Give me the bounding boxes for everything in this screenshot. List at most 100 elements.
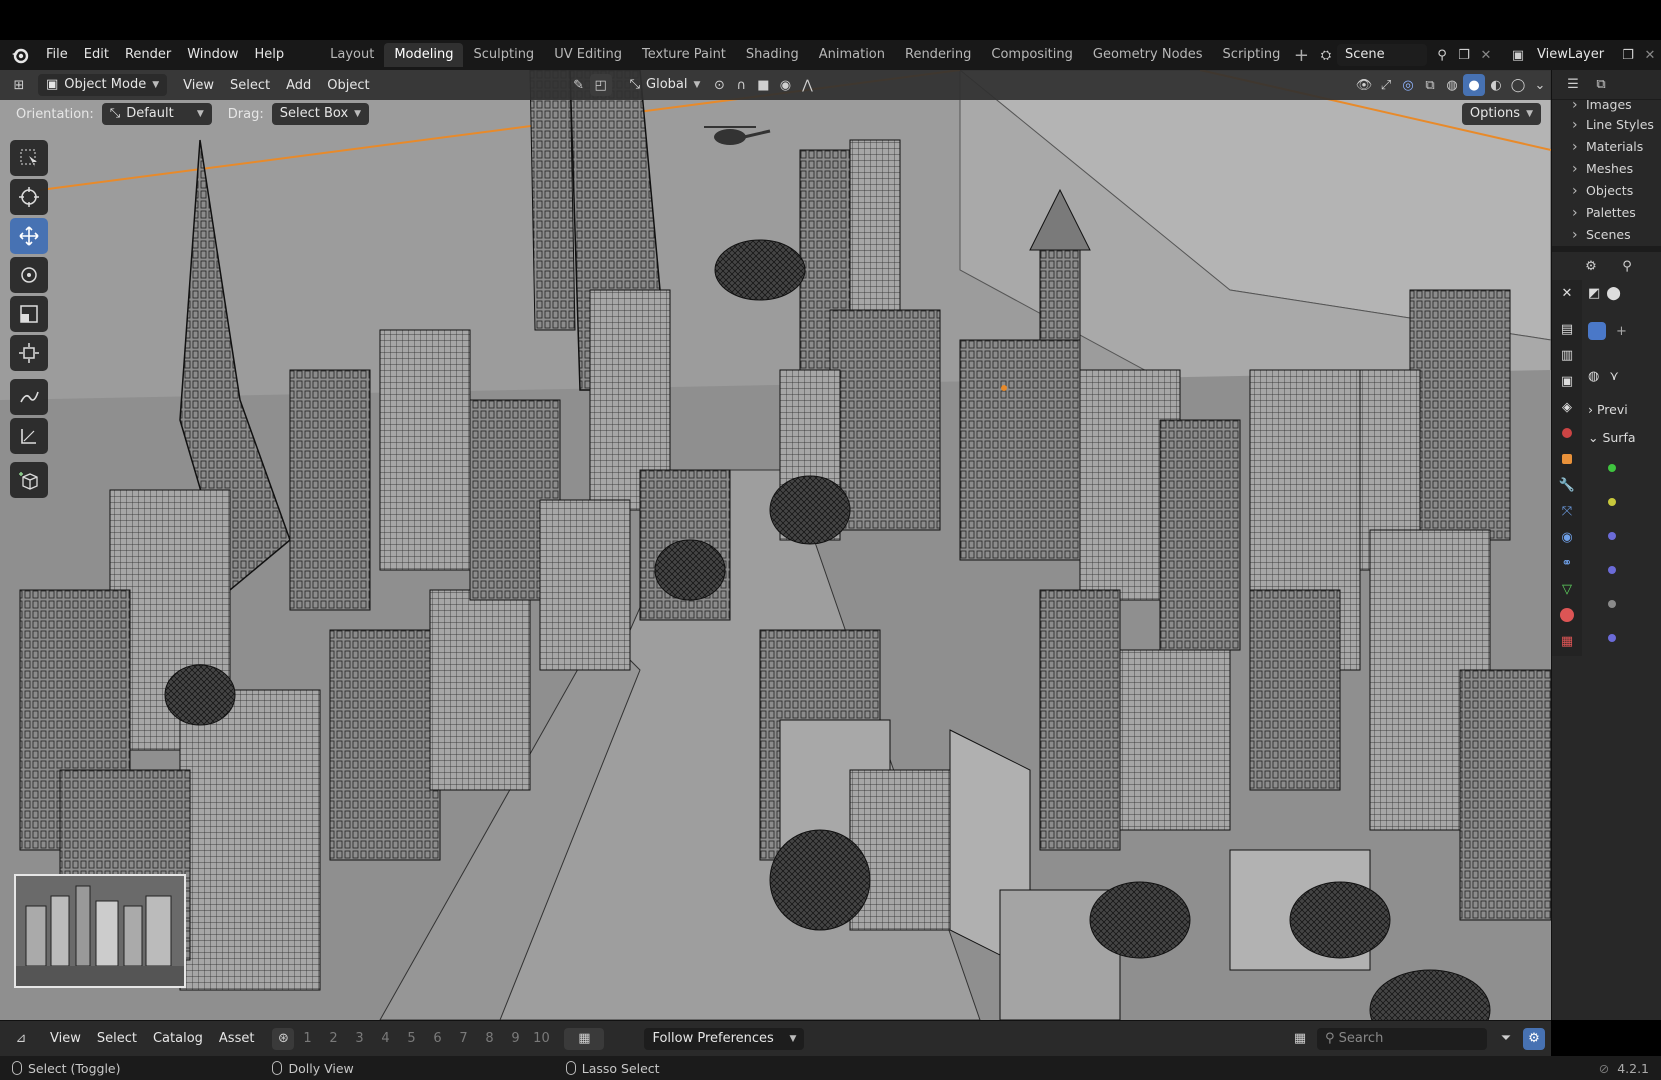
snap-icon[interactable]: ∩ [730,74,752,96]
rotate-tool[interactable] [10,257,48,293]
socket-yellow-icon[interactable] [1608,498,1616,506]
view-layer-tab-icon[interactable]: ▣ [1554,368,1580,394]
socket-purple-icon[interactable] [1608,532,1616,540]
surface-panel-header[interactable]: ⌄ Surfa [1588,424,1661,452]
tab-scripting[interactable]: Scripting [1213,43,1291,67]
tab-modeling[interactable]: Modeling [384,43,464,67]
properties-editor-icon[interactable]: ⚙ [1580,255,1602,277]
asset-menu-select[interactable]: Select [89,1031,145,1046]
mode-dropdown[interactable]: ▣ Object Mode ▼ [38,74,168,96]
catalog-all-icon[interactable]: ⊛ [272,1027,295,1050]
tab-shading[interactable]: Shading [736,43,809,67]
catalog-num-8[interactable]: 8 [476,1031,502,1046]
constraints-tab-icon[interactable]: ⚭ [1554,550,1580,576]
falloff-icon[interactable]: ⋀ [796,74,818,96]
orientation-dropdown[interactable]: ⤡ Default ▼ [101,103,212,125]
options-dropdown[interactable]: Options ▼ [1461,103,1541,125]
tab-uv-editing[interactable]: UV Editing [544,43,632,67]
delete-scene-icon[interactable]: ✕ [1475,44,1497,66]
world-tab-icon[interactable] [1554,420,1580,446]
eyedropper-icon[interactable]: ✎ [568,74,590,96]
catalog-num-2[interactable]: 2 [320,1031,346,1046]
drag-dropdown[interactable]: Select Box ▼ [271,103,370,125]
visibility-icon[interactable]: 👁 [1353,74,1375,96]
catalog-num-6[interactable]: 6 [424,1031,450,1046]
material-preview-icon[interactable]: ⬤ [1606,286,1621,301]
socket-purple2-icon[interactable] [1608,634,1616,642]
scene-tab-icon[interactable]: ◈ [1554,394,1580,420]
preview-panel-header[interactable]: › Previ [1588,396,1661,424]
tab-texture-paint[interactable]: Texture Paint [632,43,736,67]
proportional-edit-icon[interactable]: ◉ [774,74,796,96]
menu-view[interactable]: View [175,78,222,93]
menu-edit[interactable]: Edit [76,44,117,66]
particles-tab-icon[interactable]: ⤧ [1554,498,1580,524]
outliner-item-objects[interactable]: Objects [1552,180,1661,202]
view-layer-icon[interactable]: ▣ [1507,44,1529,66]
asset-search-input[interactable]: ⚲ Search [1317,1027,1487,1050]
wireframe-shading-icon[interactable]: ◍ [1441,74,1463,96]
asset-menu-view[interactable]: View [42,1031,89,1046]
measure-tool[interactable] [10,418,48,454]
new-view-layer-icon[interactable]: ❐ [1617,44,1639,66]
snap-increment-icon[interactable]: ■ [752,74,774,96]
pin-icon[interactable]: ⚲ [1431,44,1453,66]
outliner-item-images[interactable]: Images [1552,100,1661,114]
scene-name-field[interactable]: Scene [1337,44,1427,66]
move-tool[interactable] [10,218,48,254]
annotate-tool[interactable] [10,379,48,415]
material-tab-icon[interactable] [1554,602,1580,628]
render-tab-icon[interactable]: ▤ [1554,316,1580,342]
material-browse-icon[interactable]: ◍ [1588,369,1599,384]
delete-view-layer-icon[interactable]: ✕ [1639,44,1661,66]
catalog-num-7[interactable]: 7 [450,1031,476,1046]
tab-layout[interactable]: Layout [320,43,384,67]
asset-shelf-editor-icon[interactable]: ⊿ [10,1028,32,1050]
add-slot-icon[interactable]: + [1616,324,1627,339]
grid-view-icon[interactable]: ▦ [564,1027,605,1050]
socket-blue-icon[interactable] [1608,566,1616,574]
snap-target-icon[interactable]: ◰ [589,74,612,96]
material-shading-icon[interactable]: ◐ [1485,74,1507,96]
tab-sculpting[interactable]: Sculpting [463,43,544,67]
tab-animation[interactable]: Animation [809,43,895,67]
outliner-item-materials[interactable]: Materials [1552,136,1661,158]
3d-viewport[interactable] [0,70,1551,1020]
menu-window[interactable]: Window [179,44,246,66]
catalog-num-5[interactable]: 5 [398,1031,424,1046]
tool-tab-icon[interactable]: ✕ [1554,280,1580,306]
cursor-tool[interactable] [10,179,48,215]
camera-preview-thumbnail[interactable] [14,874,186,988]
blender-logo-icon[interactable] [10,45,30,65]
add-cube-tool[interactable] [10,462,48,498]
select-box-tool[interactable] [10,140,48,176]
add-workspace-icon[interactable]: + [1290,44,1312,66]
catalog-num-3[interactable]: 3 [346,1031,372,1046]
gizmo-icon[interactable]: ⤢ [1375,74,1397,96]
outliner-item-scenes[interactable]: Scenes [1552,224,1661,246]
transform-orientation-dropdown[interactable]: ⤡ Global ▼ [622,74,709,96]
material-slot-icon[interactable]: ◩ [1588,286,1600,301]
menu-object[interactable]: Object [319,78,377,93]
menu-render[interactable]: Render [117,44,179,66]
display-mode-icon[interactable]: ▦ [1289,1028,1311,1050]
data-tab-icon[interactable]: ▽ [1554,576,1580,602]
outliner-display-icon[interactable]: ☰ [1562,74,1584,96]
catalog-num-4[interactable]: 4 [372,1031,398,1046]
tab-geometry-nodes[interactable]: Geometry Nodes [1083,43,1213,67]
settings-gear-icon[interactable]: ⚙ [1523,1027,1545,1050]
output-tab-icon[interactable]: ▥ [1554,342,1580,368]
menu-file[interactable]: File [38,44,76,66]
modifier-tab-icon[interactable]: 🔧 [1554,472,1580,498]
filter-icon[interactable]: ⏷ [1495,1028,1517,1050]
asset-menu-asset[interactable]: Asset [211,1031,263,1046]
tab-rendering[interactable]: Rendering [895,43,981,67]
object-tab-icon[interactable] [1554,446,1580,472]
socket-gray-icon[interactable] [1608,600,1616,608]
tab-compositing[interactable]: Compositing [981,43,1083,67]
catalog-num-1[interactable]: 1 [294,1031,320,1046]
menu-help[interactable]: Help [247,44,293,66]
new-scene-icon[interactable]: ❐ [1453,44,1475,66]
outliner-item-meshes[interactable]: Meshes [1552,158,1661,180]
scale-tool[interactable] [10,296,48,332]
